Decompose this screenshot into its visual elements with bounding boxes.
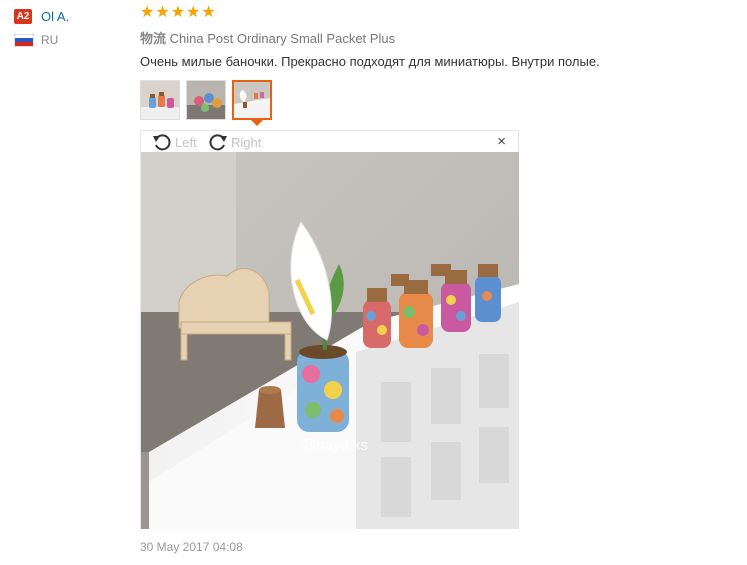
rotate-right-button[interactable]: Right: [207, 132, 261, 152]
photo-thumbnail-active[interactable]: [232, 80, 272, 120]
rotate-right-label: Right: [231, 134, 262, 150]
viewer-toolbar: Left Right ×: [141, 131, 518, 152]
watermark: @nayo.xs: [301, 437, 368, 454]
review-date: 30 May 2017 04:08: [140, 540, 243, 554]
star-icon: ★: [140, 4, 155, 21]
star-rating: ★ ★ ★ ★ ★: [140, 5, 216, 21]
photo-thumbnail[interactable]: [186, 80, 226, 120]
star-icon: ★: [170, 4, 186, 21]
country-code: RU: [41, 33, 59, 47]
rotate-left-icon: [153, 134, 171, 151]
reviewer-name[interactable]: Ol A.: [41, 9, 69, 24]
reviewer-info: A2 Ol A. RU: [14, 7, 69, 49]
active-thumbnail-indicator: [251, 120, 263, 126]
star-icon: ★: [201, 4, 216, 21]
rotate-right-icon: [209, 134, 227, 151]
photo-thumbnail[interactable]: [140, 80, 180, 120]
star-icon: ★: [155, 4, 170, 21]
shipping-info: 物流 China Post Ordinary Small Packet Plus: [140, 28, 395, 47]
close-icon[interactable]: ×: [497, 134, 506, 149]
rotate-left-button[interactable]: Left: [151, 132, 197, 152]
review-photo: @nayo.xs: [141, 152, 519, 529]
star-icon: ★: [186, 4, 201, 21]
shipping-method: China Post Ordinary Small Packet Plus: [169, 31, 396, 46]
level-badge: A2: [14, 8, 32, 24]
photo-viewer: Left Right × @nayo.xs: [140, 130, 519, 529]
review-comment: Очень милые баночки. Прекрасно подходят …: [140, 54, 600, 69]
rotate-left-label: Left: [175, 134, 197, 150]
photo-thumbnails: [140, 80, 272, 120]
flag-icon: [14, 33, 34, 47]
shipping-label: 物流: [140, 31, 167, 46]
